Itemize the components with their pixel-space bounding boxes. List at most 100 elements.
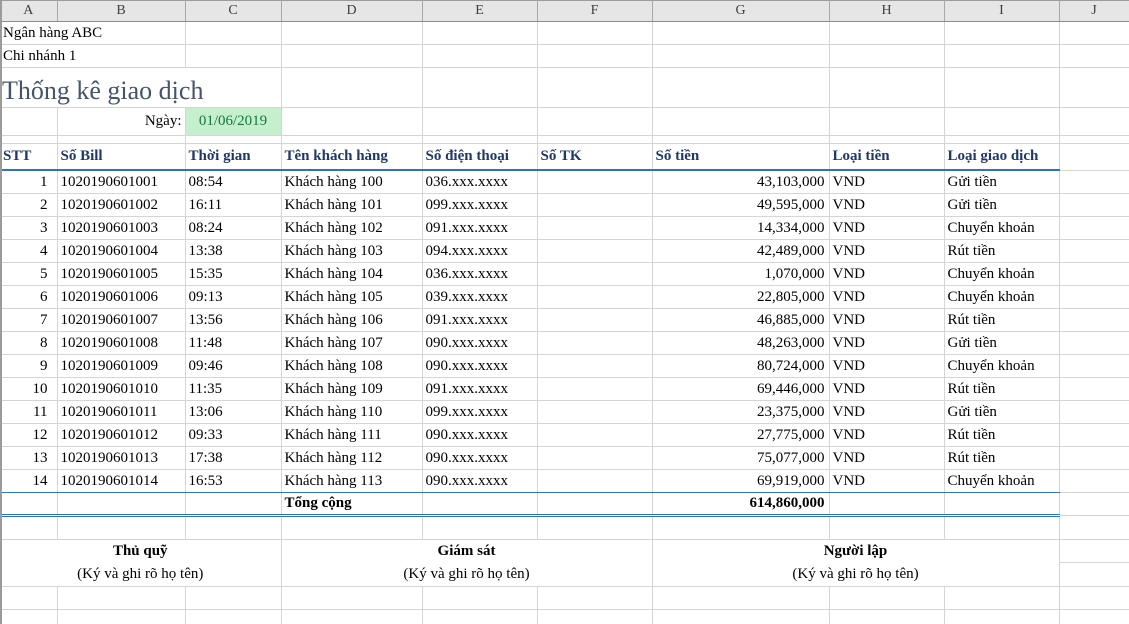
cell-stt[interactable]: 3	[0, 216, 58, 240]
empty-cell[interactable]	[422, 492, 538, 517]
cell-bill[interactable]: 1020190601014	[57, 469, 186, 493]
empty-cell[interactable]	[1059, 135, 1129, 144]
date-label[interactable]: Ngày:	[57, 107, 186, 136]
empty-cell[interactable]	[422, 609, 538, 624]
empty-cell[interactable]	[1059, 377, 1129, 401]
header-ten-khach-hang[interactable]: Tên khách hàng	[281, 143, 423, 171]
empty-cell[interactable]	[1059, 423, 1129, 447]
empty-cell[interactable]	[537, 515, 653, 540]
cell-time[interactable]: 09:33	[185, 423, 282, 447]
cell-amount[interactable]: 27,775,000	[652, 423, 830, 447]
cell-currency[interactable]: VND	[829, 193, 945, 217]
cell-phone[interactable]: 091.xxx.xxxx	[422, 377, 538, 401]
cell-stt[interactable]: 10	[0, 377, 58, 401]
cell-phone[interactable]: 039.xxx.xxxx	[422, 285, 538, 309]
cell-currency[interactable]: VND	[829, 377, 945, 401]
cell-time[interactable]: 17:38	[185, 446, 282, 470]
cell-amount[interactable]: 75,077,000	[652, 446, 830, 470]
empty-cell[interactable]	[422, 586, 538, 610]
column-header-f[interactable]: F	[537, 0, 653, 22]
empty-cell[interactable]	[652, 44, 830, 68]
empty-cell[interactable]	[281, 67, 423, 108]
empty-cell[interactable]	[1059, 170, 1129, 194]
cell-stt[interactable]: 12	[0, 423, 58, 447]
cell-amount[interactable]: 49,595,000	[652, 193, 830, 217]
cell-customer[interactable]: Khách hàng 101	[281, 193, 423, 217]
cell-stt[interactable]: 4	[0, 239, 58, 263]
empty-cell[interactable]	[185, 21, 282, 45]
header-so-tien[interactable]: Số tiền	[652, 143, 830, 171]
empty-cell[interactable]	[185, 44, 282, 68]
empty-cell[interactable]	[57, 609, 186, 624]
signature-note-cashier[interactable]: (Ký và ghi rõ họ tên)	[0, 562, 282, 587]
cell-stt[interactable]: 14	[0, 469, 58, 493]
cell-currency[interactable]: VND	[829, 331, 945, 355]
empty-cell[interactable]	[829, 492, 945, 517]
empty-cell[interactable]	[829, 135, 945, 144]
header-loai-giao-dich[interactable]: Loại giao dịch	[944, 143, 1060, 171]
cell-transaction-type[interactable]: Chuyển khoản	[944, 354, 1060, 378]
empty-cell[interactable]	[281, 609, 423, 624]
empty-cell[interactable]	[1059, 492, 1129, 516]
cell-amount[interactable]: 69,919,000	[652, 469, 830, 493]
cell-currency[interactable]: VND	[829, 170, 945, 194]
signature-title-supervisor[interactable]: Giám sát	[281, 539, 653, 563]
cell-phone[interactable]: 091.xxx.xxxx	[422, 216, 538, 240]
cell-transaction-type[interactable]: Chuyển khoản	[944, 285, 1060, 309]
empty-cell[interactable]	[1059, 143, 1129, 171]
signature-note-supervisor[interactable]: (Ký và ghi rõ họ tên)	[281, 562, 653, 587]
cell-time[interactable]: 08:24	[185, 216, 282, 240]
empty-cell[interactable]	[1059, 515, 1129, 540]
empty-cell[interactable]	[422, 135, 538, 144]
empty-cell[interactable]	[829, 21, 945, 45]
empty-cell[interactable]	[422, 107, 538, 136]
header-loai-tien[interactable]: Loại tiền	[829, 143, 945, 171]
empty-cell[interactable]	[944, 67, 1060, 108]
cell-currency[interactable]: VND	[829, 400, 945, 424]
cell-customer[interactable]: Khách hàng 107	[281, 331, 423, 355]
empty-cell[interactable]	[185, 135, 282, 144]
cell-account[interactable]	[537, 170, 653, 194]
cell-amount[interactable]: 48,263,000	[652, 331, 830, 355]
cell-account[interactable]	[537, 216, 653, 240]
cell-stt[interactable]: 7	[0, 308, 58, 332]
empty-cell[interactable]	[944, 515, 1060, 540]
cell-currency[interactable]: VND	[829, 262, 945, 286]
cell-time[interactable]: 13:56	[185, 308, 282, 332]
cell-transaction-type[interactable]: Gửi tiền	[944, 193, 1060, 217]
cell-customer[interactable]: Khách hàng 105	[281, 285, 423, 309]
cell-phone[interactable]: 090.xxx.xxxx	[422, 331, 538, 355]
column-header-h[interactable]: H	[829, 0, 945, 22]
cell-account[interactable]	[537, 193, 653, 217]
cell-phone[interactable]: 036.xxx.xxxx	[422, 262, 538, 286]
empty-cell[interactable]	[0, 107, 58, 136]
cell-account[interactable]	[537, 400, 653, 424]
cell-transaction-type[interactable]: Gửi tiền	[944, 170, 1060, 194]
empty-cell[interactable]	[0, 609, 58, 624]
empty-cell[interactable]	[537, 492, 653, 517]
empty-cell[interactable]	[537, 586, 653, 610]
cell-bill[interactable]: 1020190601011	[57, 400, 186, 424]
empty-cell[interactable]	[537, 135, 653, 144]
cell-stt[interactable]: 8	[0, 331, 58, 355]
empty-cell[interactable]	[57, 135, 186, 144]
cell-phone[interactable]: 036.xxx.xxxx	[422, 170, 538, 194]
cell-transaction-type[interactable]: Gửi tiền	[944, 331, 1060, 355]
empty-cell[interactable]	[829, 515, 945, 540]
cell-time[interactable]: 13:38	[185, 239, 282, 263]
cell-amount[interactable]: 42,489,000	[652, 239, 830, 263]
cell-phone[interactable]: 090.xxx.xxxx	[422, 354, 538, 378]
cell-bill[interactable]: 1020190601003	[57, 216, 186, 240]
empty-cell[interactable]	[1059, 21, 1129, 45]
empty-cell[interactable]	[829, 609, 945, 624]
cell-account[interactable]	[537, 331, 653, 355]
empty-cell[interactable]	[652, 67, 830, 108]
cell-phone[interactable]: 090.xxx.xxxx	[422, 469, 538, 493]
cell-customer[interactable]: Khách hàng 104	[281, 262, 423, 286]
empty-cell[interactable]	[57, 586, 186, 610]
empty-cell[interactable]	[944, 135, 1060, 144]
empty-cell[interactable]	[1059, 586, 1129, 610]
cell-bill[interactable]: 1020190601006	[57, 285, 186, 309]
empty-cell[interactable]	[652, 107, 830, 136]
empty-cell[interactable]	[185, 515, 282, 540]
